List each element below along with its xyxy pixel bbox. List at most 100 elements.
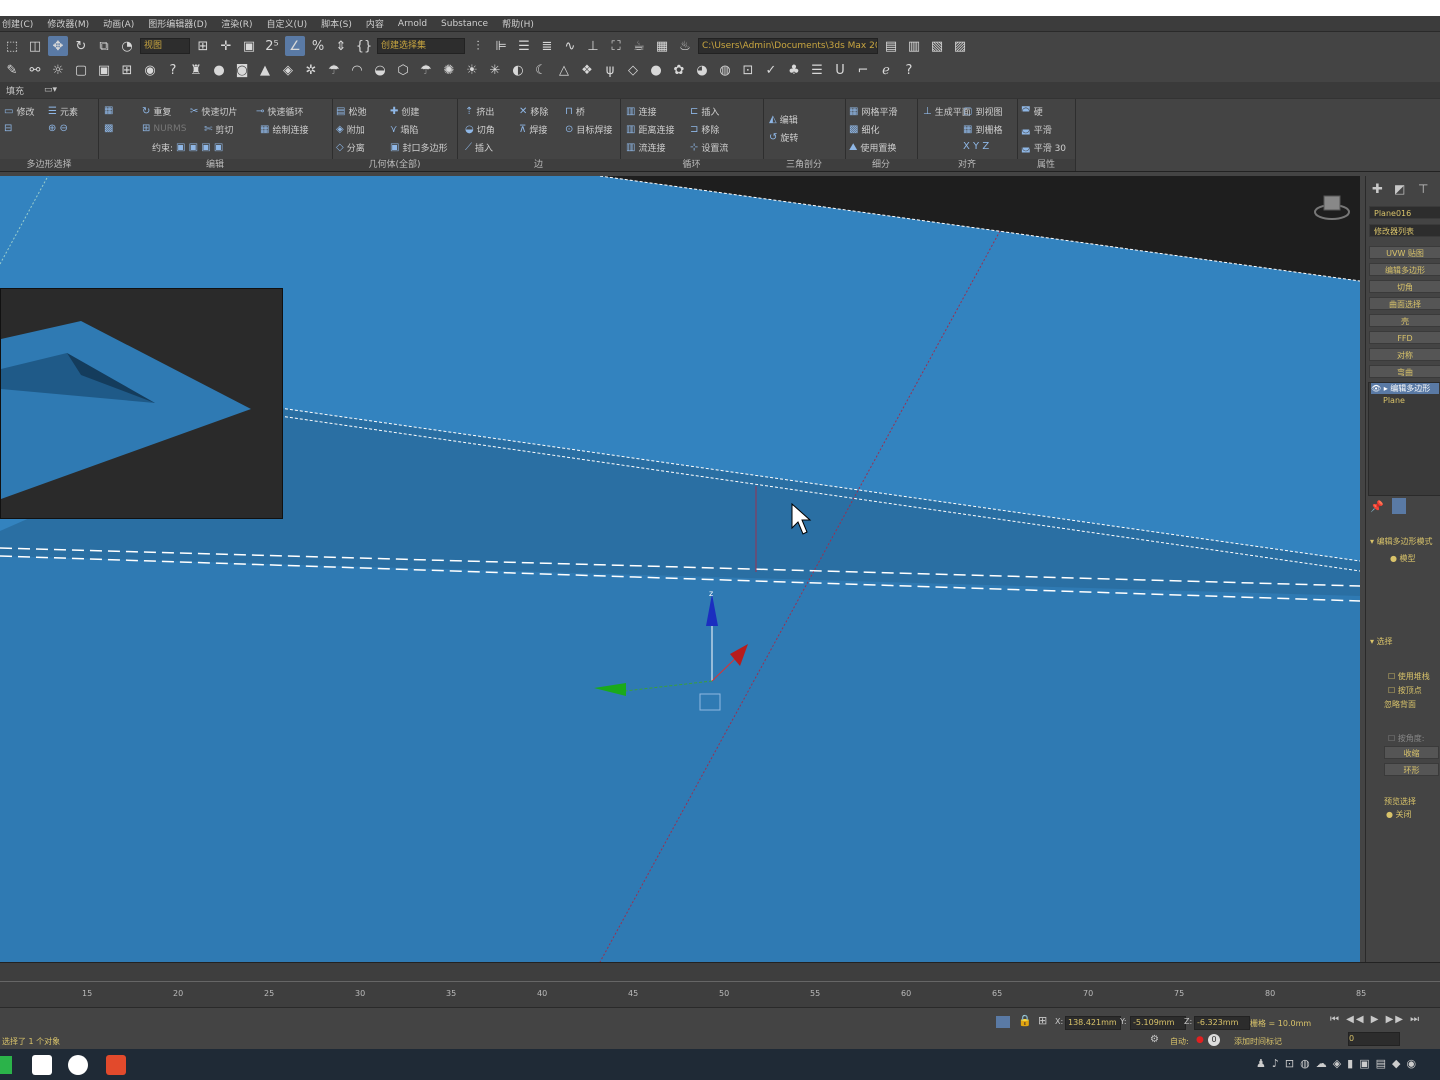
particle-icon[interactable]: ✲: [301, 60, 321, 80]
ribbon-edit-tool2-icon[interactable]: ▩: [104, 123, 113, 134]
ribbon-edge-icon[interactable]: ⊕ ⊖: [48, 123, 68, 134]
hierarchy-tab-icon[interactable]: ⊤: [1418, 182, 1428, 196]
app-icon-3dsmax[interactable]: [32, 1055, 52, 1075]
ribbon-turn[interactable]: ↺ 旋转: [769, 131, 798, 144]
camera-icon[interactable]: ◙: [232, 60, 252, 80]
ribbon-hard[interactable]: ◚ 硬: [1021, 105, 1043, 118]
current-frame-field[interactable]: 0: [1348, 1032, 1400, 1046]
ribbon-detach[interactable]: ◇ 分离: [336, 141, 365, 154]
ribbon-group-title-subdivision[interactable]: 细分: [845, 159, 917, 171]
ribbon-group-title-properties[interactable]: 属性: [1017, 159, 1075, 171]
bracket-icon[interactable]: ⌐: [853, 60, 873, 80]
playback-controls-icon[interactable]: ⏮ ◀◀ ▶ ▶▶ ⏭: [1330, 1014, 1421, 1025]
ribbon-toggle-icon[interactable]: ▭▾: [44, 85, 57, 95]
pivot-icon[interactable]: ⊞: [193, 36, 213, 56]
menu-item-graph-editors[interactable]: 图形编辑器(D): [148, 17, 207, 30]
ribbon-insert-vertex[interactable]: ⟋ 插入: [465, 141, 493, 154]
modifier-btn-shell[interactable]: 壳: [1369, 314, 1440, 327]
spotlight-icon[interactable]: ☂: [324, 60, 344, 80]
app-icon-player[interactable]: [68, 1055, 88, 1075]
coord-z-field[interactable]: -6.323mm: [1194, 1016, 1250, 1030]
ribbon-group-title-edit[interactable]: 编辑: [98, 159, 332, 171]
ball-icon[interactable]: ◐: [508, 60, 528, 80]
ribbon-create[interactable]: ✚ 创建: [390, 105, 419, 118]
help-circle-icon[interactable]: ?: [899, 60, 919, 80]
schematic-view-icon[interactable]: ⊥: [583, 36, 603, 56]
modifier-btn-bend[interactable]: 弯曲: [1369, 365, 1440, 378]
ribbon-xyz-icon[interactable]: X Y Z: [963, 141, 989, 152]
palette-icon[interactable]: ◕: [692, 60, 712, 80]
project-path-select[interactable]: C:\Users\Admin\Documents\3ds Max 2022: [698, 38, 878, 54]
lock-icon[interactable]: 🔒: [1018, 1014, 1032, 1027]
ribbon-chamfer[interactable]: ◒ 切角: [465, 123, 495, 136]
umbrella-icon[interactable]: ☂: [416, 60, 436, 80]
ribbon-extrude[interactable]: ⇡ 挤出: [465, 105, 494, 118]
project-folder-icon[interactable]: ▤: [881, 36, 901, 56]
ribbon-modify[interactable]: ▭ 修改: [4, 105, 34, 118]
moon-icon[interactable]: ☾: [531, 60, 551, 80]
checkbox-use-stack[interactable]: ☐ 使用堆栈: [1388, 671, 1430, 682]
transform-gizmo[interactable]: [594, 594, 748, 711]
tree-icon[interactable]: ♣: [784, 60, 804, 80]
app-icon-capcut[interactable]: [106, 1055, 126, 1075]
menu-item-scripting[interactable]: 脚本(S): [321, 17, 352, 30]
ribbon-quickslice[interactable]: ✂ 快速切片: [190, 105, 237, 118]
triangle-icon[interactable]: △: [554, 60, 574, 80]
system-tray-icons[interactable]: ♟♪⊡◍☁◈▮▣▤◆◉: [1256, 1057, 1422, 1070]
ribbon-to-view[interactable]: ▢ 到视图: [963, 105, 1002, 118]
sparkle-icon[interactable]: ✳: [485, 60, 505, 80]
paint-icon[interactable]: ✎: [2, 60, 22, 80]
layer-explorer-icon[interactable]: ≣: [537, 36, 557, 56]
ribbon-set-flow[interactable]: ⊹ 设置流: [690, 141, 728, 154]
selection-lock-icon[interactable]: [996, 1016, 1010, 1028]
ribbon-remove[interactable]: ✕ 移除: [519, 105, 548, 118]
ribbon-attach[interactable]: ◈ 附加: [336, 123, 365, 136]
checkbox-by-vertex[interactable]: ☐ 按顶点: [1388, 685, 1422, 696]
ribbon-nurms[interactable]: ⊞ NURMS: [142, 123, 186, 134]
sun-icon[interactable]: ☀: [462, 60, 482, 80]
named-selection-set[interactable]: 创建选择集: [377, 38, 465, 54]
menu-item-substance[interactable]: Substance: [441, 19, 488, 29]
render-to-texture-icon[interactable]: ⊡: [738, 60, 758, 80]
rotate-icon[interactable]: ↻: [71, 36, 91, 56]
rollout-edit-poly-mode[interactable]: ▾ 编辑多边形模式: [1370, 536, 1433, 547]
modifier-btn-edit-poly[interactable]: 编辑多边形: [1369, 263, 1440, 276]
ribbon-to-grid[interactable]: ▦ 到栅格: [963, 123, 1002, 136]
pattern-icon[interactable]: ❖: [577, 60, 597, 80]
folder-icon[interactable]: ▧: [927, 36, 947, 56]
u-icon[interactable]: U: [830, 60, 850, 80]
menu-item-content[interactable]: 内容: [366, 17, 384, 30]
set-project-icon[interactable]: ▥: [904, 36, 924, 56]
object-name-field[interactable]: Plane016: [1369, 206, 1440, 219]
box-icon[interactable]: ▢: [71, 60, 91, 80]
ribbon-edit-tool-icon[interactable]: ▦: [104, 105, 113, 116]
align-icon[interactable]: ⊫: [491, 36, 511, 56]
cone-icon[interactable]: ▲: [255, 60, 275, 80]
menu-item-arnold[interactable]: Arnold: [398, 19, 427, 29]
placement-icon[interactable]: ◔: [117, 36, 137, 56]
ribbon-paint-connect[interactable]: ▦ 绘制连接: [260, 123, 308, 136]
open-folder-icon[interactable]: ▨: [950, 36, 970, 56]
ribbon-cap-poly[interactable]: ▣ 封口多边形: [390, 141, 447, 154]
named-selection-icon[interactable]: {}: [354, 36, 374, 56]
settings-icon[interactable]: ⚙: [1150, 1034, 1159, 1045]
render-setup-icon[interactable]: ☕: [629, 36, 649, 56]
stack-item-plane[interactable]: Plane: [1383, 396, 1405, 405]
menu-item-rendering[interactable]: 渲染(R): [221, 17, 252, 30]
checkbox-ignore-backface[interactable]: 忽略背面: [1384, 699, 1416, 710]
spinner-snap-icon[interactable]: ⇕: [331, 36, 351, 56]
timeline[interactable]: 15 20 25 30 35 40 45 50 55 60 65 70 75 8…: [0, 962, 1440, 1008]
coord-x-field[interactable]: 138.421mm: [1065, 1016, 1121, 1030]
modifier-btn-chamfer[interactable]: 切角: [1369, 280, 1440, 293]
select-region-icon[interactable]: ⬚: [2, 36, 22, 56]
ribbon-weld[interactable]: ⊼ 焊接: [519, 123, 547, 136]
viewport-icon[interactable]: ▣: [94, 60, 114, 80]
grid-icon[interactable]: ⊞: [117, 60, 137, 80]
ribbon-group-title-align[interactable]: 对齐: [917, 159, 1017, 171]
ribbon-smooth-30[interactable]: ◛ 平滑 30: [1021, 141, 1066, 154]
modifier-btn-uvw[interactable]: UVW 贴图: [1369, 246, 1440, 259]
ribbon-group-title-tris[interactable]: 三角剖分: [763, 159, 845, 171]
material-editor-icon[interactable]: ⛶: [606, 36, 626, 56]
menu-item-modifiers[interactable]: 修改器(M): [47, 17, 89, 30]
show-end-result-icon[interactable]: [1392, 498, 1406, 514]
